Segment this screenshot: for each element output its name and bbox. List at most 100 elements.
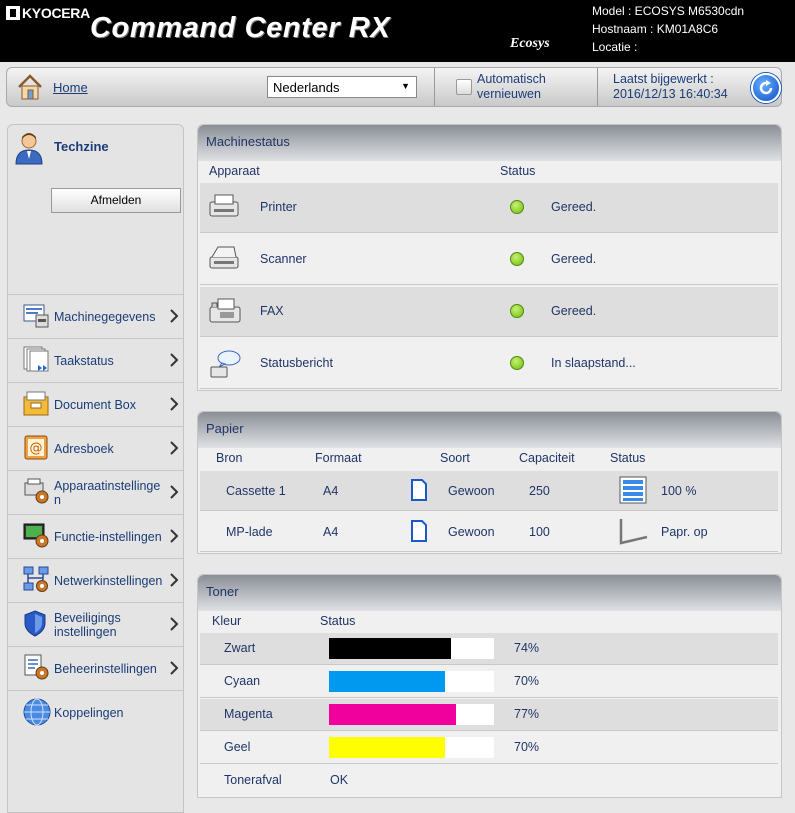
kyocera-mark-icon [6, 6, 20, 20]
toner-percent: 70% [514, 674, 540, 688]
machine-status-row[interactable]: Statusbericht In slaapstand... [200, 339, 778, 389]
sidebar-item-label-line1: Taakstatus [54, 353, 114, 368]
chevron-right-icon [169, 484, 179, 503]
machine-status-row[interactable]: Scanner Gereed. [200, 235, 778, 285]
sidebar-item[interactable]: Taakstatus [8, 338, 183, 382]
sidebar-item[interactable]: Machinegegevens [8, 294, 183, 338]
sidebar-item-label-line1: Adresboek [54, 441, 114, 456]
paper-col-type: Soort [440, 451, 470, 465]
machine-status-row[interactable]: Printer Gereed. [200, 183, 778, 233]
paper-empty-icon [618, 516, 648, 549]
network-settings-icon [22, 565, 52, 595]
sidebar-item[interactable]: Netwerkinstellingen [8, 558, 183, 602]
paper-col-source: Bron [216, 451, 243, 465]
document-box-icon [22, 389, 52, 419]
sidebar-item-label-line1: Koppelingen [54, 705, 124, 720]
status-message-icon [208, 349, 242, 382]
paper-col-status: Status [610, 451, 646, 465]
sidebar-item-label: Adresboek [54, 442, 114, 456]
links-icon [22, 697, 52, 727]
last-updated-label: Laatst bijgewerkt : [613, 72, 714, 86]
chevron-right-icon [169, 660, 179, 679]
sidebar-item-label-line1: Functie-instellingen [54, 529, 162, 544]
sidebar-item[interactable]: @ Adresboek [8, 426, 183, 470]
address-book-icon: @ [22, 433, 52, 463]
home-link[interactable]: Home [53, 80, 88, 95]
sidebar-item[interactable]: Functie-instellingen [8, 514, 183, 558]
sidebar-item[interactable]: Document Box [8, 382, 183, 426]
chevron-right-icon [169, 572, 179, 591]
chevron-right-icon [169, 616, 179, 635]
brand-name: KYOCERA [22, 5, 90, 21]
sidebar-item[interactable]: Beveiligings instellingen [8, 602, 183, 646]
sidebar-item-label: Koppelingen [54, 706, 124, 720]
device-info: Model : ECOSYS M6530cdn Hostnaam : KM01A… [592, 2, 744, 56]
toner-percent: 70% [514, 740, 540, 754]
status-indicator-icon [510, 304, 524, 318]
sidebar: Techzine Afmelden Machinegegevens Taaksta… [7, 124, 184, 813]
machine-status-row[interactable]: FAX Gereed. [200, 287, 778, 337]
machine-col-status: Status [500, 164, 536, 178]
auto-refresh-label-line1: Automatisch [477, 72, 546, 86]
device-settings-icon [22, 477, 52, 507]
toner-level-bar [329, 737, 494, 758]
username: Techzine [54, 139, 109, 154]
paper-title: Papier [198, 412, 781, 448]
paper-type: Gewoon [448, 484, 495, 498]
toner-row: Magenta 77% [200, 699, 778, 731]
machine-status-text: In slaapstand... [551, 356, 636, 370]
toner-percent: 74% [514, 641, 540, 655]
chevron-right-icon [169, 396, 179, 415]
sidebar-item-label: Machinegegevens [54, 310, 155, 324]
toner-level-fill [329, 671, 445, 692]
status-indicator-icon [510, 356, 524, 370]
paper-row[interactable]: Cassette 1 A4 Gewoon 250 100 % [200, 471, 778, 511]
sidebar-item-label-line1: Beheerinstellingen [54, 661, 157, 676]
machine-status-text: Gereed. [551, 252, 597, 266]
management-settings-icon [22, 653, 52, 683]
sidebar-item[interactable]: Beheerinstellingen [8, 646, 183, 690]
toner-waste-row: Tonerafval OK [200, 765, 778, 797]
paper-capacity: 250 [529, 484, 550, 498]
paper-format: A4 [323, 525, 339, 539]
logout-button[interactable]: Afmelden [51, 188, 181, 213]
security-settings-icon [22, 609, 52, 639]
sidebar-item-label: Beheerinstellingen [54, 662, 157, 676]
nav-divider [434, 68, 435, 106]
toner-percent: 77% [514, 707, 540, 721]
sidebar-item-label-line1: Netwerkinstellingen [54, 573, 163, 588]
sidebar-item-label: Apparaatinstellinge n [54, 479, 160, 507]
sidebar-item-label: Functie-instellingen [54, 530, 162, 544]
status-indicator-icon [510, 252, 524, 266]
chevron-right-icon [169, 528, 179, 547]
sidebar-item[interactable]: Apparaatinstellinge n [8, 470, 183, 514]
sidebar-item-label: Netwerkinstellingen [54, 574, 162, 588]
device-location: Locatie : [592, 40, 638, 54]
sidebar-item-label: Taakstatus [54, 354, 114, 368]
sidebar-item[interactable]: Koppelingen [8, 690, 183, 734]
auto-refresh-checkbox[interactable] [456, 79, 472, 95]
machine-device-name: Scanner [260, 252, 307, 266]
machine-device-name: FAX [260, 304, 284, 318]
refresh-button[interactable] [751, 73, 781, 103]
language-select[interactable]: Nederlands ▼ [267, 76, 417, 98]
job-status-icon [22, 345, 52, 375]
machine-status-panel: Machinestatus Apparaat Status Printer Ger… [197, 124, 782, 391]
toner-level-fill [329, 737, 445, 758]
machine-device-name: Statusbericht [260, 356, 333, 370]
toner-color-name: Zwart [224, 641, 256, 655]
toner-title: Toner [198, 575, 781, 611]
paper-source: MP-lade [226, 525, 273, 539]
auto-refresh-label: Automatisch vernieuwen [477, 72, 546, 102]
device-info-icon [22, 301, 52, 331]
printer-icon [208, 193, 240, 222]
home-icon[interactable] [16, 73, 44, 104]
toner-color-name: Geel [224, 740, 251, 754]
paper-row[interactable]: MP-lade A4 Gewoon 100 Papr. op [200, 512, 778, 552]
paper-status: 100 % [661, 484, 697, 498]
scanner-icon [208, 245, 240, 274]
language-select-value: Nederlands [273, 80, 340, 95]
top-header: KYOCERA Command Center RX Ecosys Model :… [0, 0, 795, 62]
sidebar-item-label-line2: n [54, 492, 61, 507]
toner-row: Zwart 74% [200, 633, 778, 665]
